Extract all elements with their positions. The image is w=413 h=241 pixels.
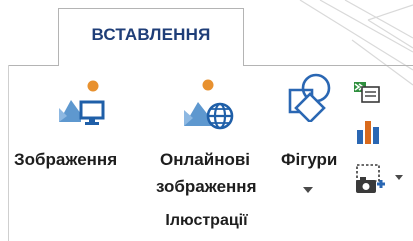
online-pictures-button[interactable]: Онлайнові зображення <box>152 70 270 206</box>
online-pictures-label-line2: зображення <box>156 177 257 196</box>
picture-globe-icon <box>184 79 234 130</box>
chevron-down-icon <box>395 175 403 180</box>
online-pictures-label-line1: Онлайнові <box>160 150 251 169</box>
tab-insert-label: ВСТАВЛЕННЯ <box>91 25 211 44</box>
smartart-button[interactable] <box>352 80 386 104</box>
chevron-down-icon <box>303 187 313 193</box>
picture-monitor-icon <box>59 80 105 125</box>
smartart-icon <box>354 82 380 103</box>
pictures-label: Зображення <box>14 150 118 169</box>
shapes-label: Фігури <box>281 150 338 169</box>
chart-button[interactable] <box>354 118 384 148</box>
screenshot-icon <box>356 164 385 193</box>
shapes-button[interactable]: Фігури <box>278 70 346 206</box>
shapes-icon <box>288 73 331 122</box>
tab-insert[interactable]: ВСТАВЛЕННЯ <box>58 8 244 66</box>
chart-icon <box>357 121 379 144</box>
group-label-illustrations: Ілюстрації <box>165 212 248 229</box>
screenshot-button[interactable] <box>354 162 406 196</box>
pictures-button[interactable]: Зображення <box>12 70 142 182</box>
ribbon-border-right <box>243 65 413 66</box>
ribbon-border-left <box>8 65 59 66</box>
